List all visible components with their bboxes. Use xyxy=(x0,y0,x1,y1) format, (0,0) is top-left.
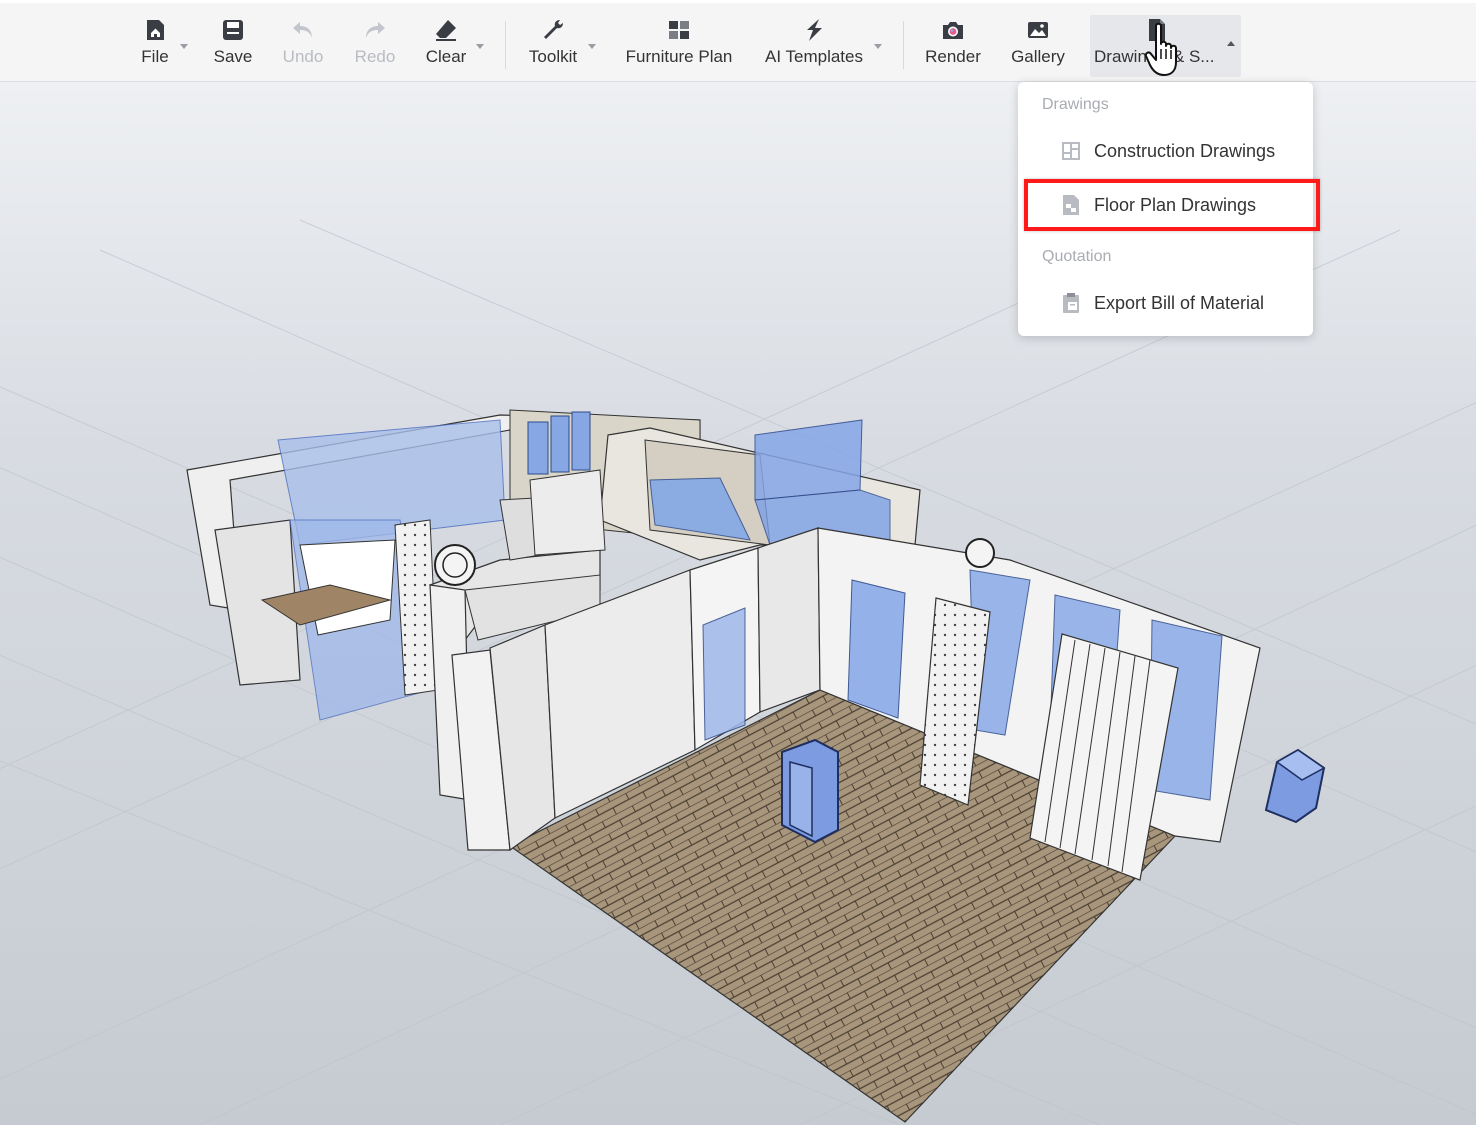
furniture-plan-button[interactable]: Furniture Plan xyxy=(622,15,736,77)
toolbar-divider xyxy=(505,21,506,69)
render-button[interactable]: Render xyxy=(923,15,983,77)
eraser-icon xyxy=(436,20,456,41)
undo-button[interactable]: Undo xyxy=(279,15,327,77)
toolkit-button[interactable]: Toolkit xyxy=(524,15,582,77)
menu-item-construction-drawings[interactable]: Construction Drawings xyxy=(1018,128,1313,174)
toolbar-divider xyxy=(903,21,904,69)
drawings-chevron-up-icon[interactable] xyxy=(1227,41,1235,46)
file-button[interactable]: File xyxy=(137,15,173,77)
toolkit-chevron-down-icon[interactable] xyxy=(588,44,596,49)
save-button[interactable]: Save xyxy=(212,15,254,77)
ai-templates-icon xyxy=(807,19,822,41)
clear-button[interactable]: Clear xyxy=(424,15,468,77)
ai-templates-button[interactable]: AI Templates xyxy=(762,15,866,77)
highlight-annotation-box xyxy=(1024,179,1320,231)
redo-icon xyxy=(366,22,385,38)
gallery-button[interactable]: Gallery xyxy=(1009,15,1067,77)
ai-templates-chevron-down-icon[interactable] xyxy=(874,44,882,49)
furniture-plan-icon xyxy=(669,21,689,39)
wrench-icon xyxy=(544,20,563,39)
file-chevron-down-icon[interactable] xyxy=(180,44,188,49)
file-home-icon xyxy=(147,20,164,40)
gallery-icon xyxy=(1028,22,1048,38)
hand-cursor-icon xyxy=(1144,22,1177,76)
clipboard-export-icon xyxy=(1063,293,1079,313)
clear-chevron-down-icon[interactable] xyxy=(476,44,484,49)
undo-icon xyxy=(293,22,312,38)
save-icon xyxy=(223,20,243,40)
group-label-drawings: Drawings xyxy=(1042,96,1109,113)
menu-item-export-bill-of-material[interactable]: Export Bill of Material xyxy=(1018,280,1313,326)
construction-drawing-icon xyxy=(1062,142,1080,160)
top-toolbar: File Save Undo Redo Clear Toolkit Furnit… xyxy=(0,0,1476,82)
group-label-quotation: Quotation xyxy=(1042,248,1112,265)
redo-button[interactable]: Redo xyxy=(352,15,398,77)
camera-icon xyxy=(943,22,963,39)
